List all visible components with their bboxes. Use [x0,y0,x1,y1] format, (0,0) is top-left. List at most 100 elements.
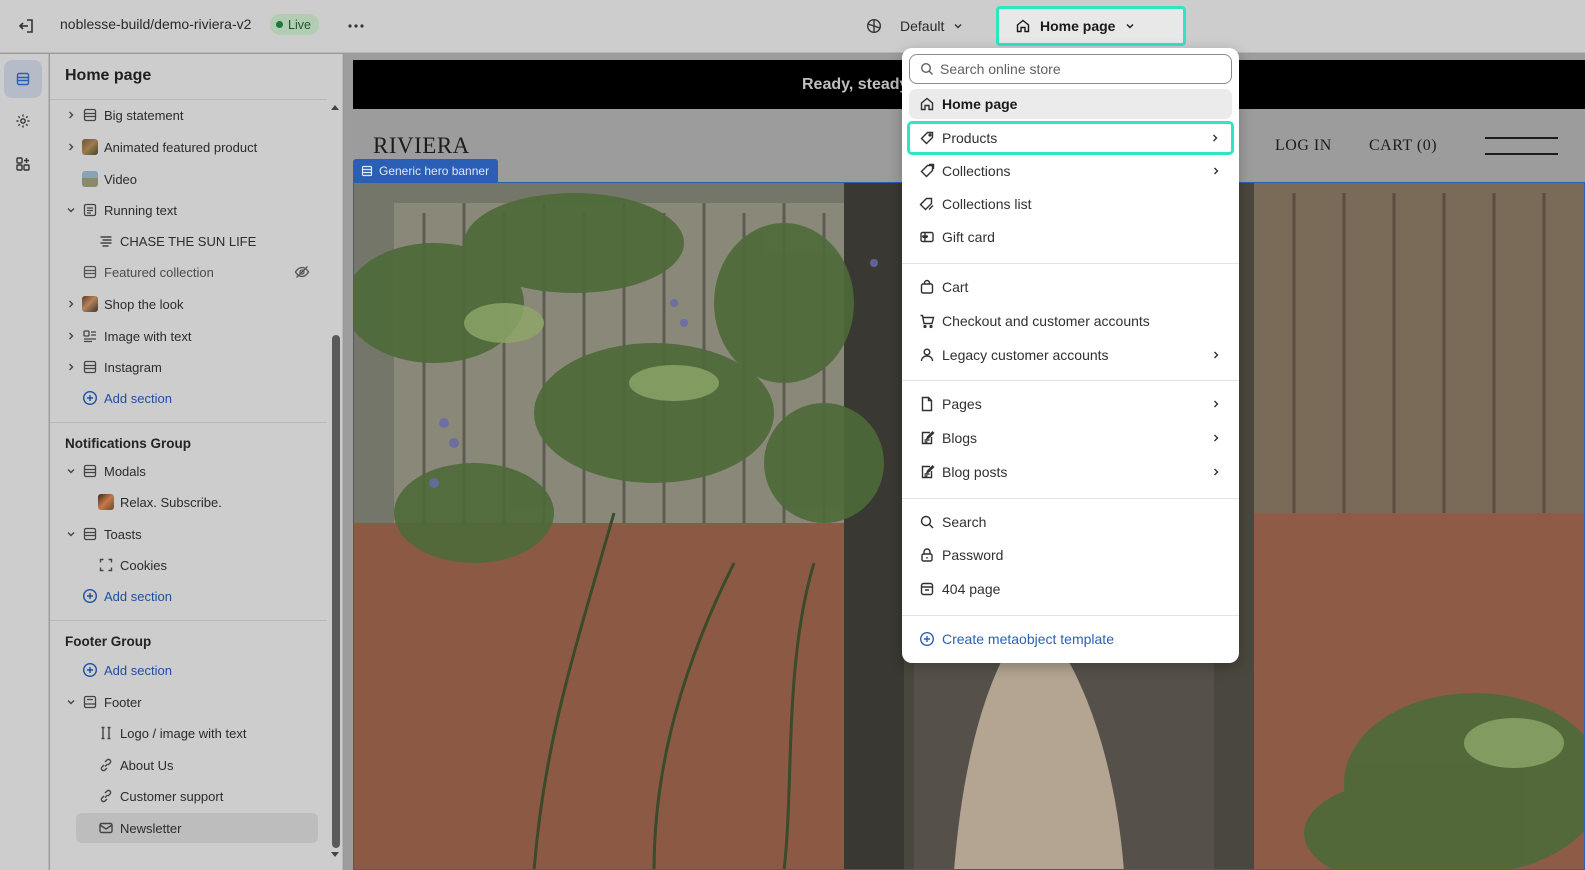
section-big-statement[interactable]: Big statement [50,100,327,130]
scroll-up-arrow-icon[interactable] [331,104,339,110]
chevron-down-icon[interactable] [65,204,77,216]
menu-item-gift-card[interactable]: Gift card [909,222,1232,252]
section-layout-icon [83,527,97,541]
menu-item-blogs[interactable]: Blogs [909,423,1232,453]
home-icon [1015,18,1031,34]
footer-layout-icon [83,695,97,709]
chevron-down-icon[interactable] [65,465,77,477]
chevron-right-icon [1214,468,1219,476]
tag-icon [920,131,934,145]
section-image-with-text[interactable]: Image with text [50,321,327,351]
menu-item-search[interactable]: Search [909,507,1232,537]
add-section-button[interactable]: Add section [50,581,327,611]
theme-selector[interactable]: Default [866,13,964,39]
chevron-right-icon [1214,351,1219,359]
add-section-button[interactable]: Add section [50,655,327,685]
section-label: Featured collection [104,265,214,280]
section-video[interactable]: Video [50,164,327,194]
login-link[interactable]: LOG IN [1275,137,1332,155]
menu-item-collections[interactable]: Collections [909,156,1232,186]
create-metaobject-template-button[interactable]: Create metaobject template [909,624,1232,654]
section-label: Animated featured product [104,140,258,155]
block-label: Newsletter [120,821,182,836]
hamburger-menu-icon[interactable] [1485,137,1558,155]
icon-rail [0,54,49,870]
notifications-group-title: Notifications Group [65,436,191,451]
divider [50,422,327,423]
divider [902,380,1239,381]
store-logo[interactable]: RIVIERA [373,133,470,159]
search-field[interactable] [909,54,1232,84]
section-layout-icon [83,108,97,122]
link-icon [100,789,112,803]
menu-item-label: Collections list [942,196,1032,212]
mail-icon [99,822,113,834]
menu-item-label: Gift card [942,229,995,245]
block-newsletter[interactable]: Newsletter [76,813,318,843]
block-about-us[interactable]: About Us [50,750,327,780]
menu-item-label: 404 page [942,581,1001,597]
chevron-right-icon [1213,134,1218,142]
block-logo-image-with-text[interactable]: Logo / image with text [50,718,327,748]
menu-item-label: Checkout and customer accounts [942,313,1150,329]
apps-icon[interactable] [4,145,42,183]
menu-item-legacy-customer-accounts[interactable]: Legacy customer accounts [909,340,1232,370]
menu-item-cart[interactable]: Cart [909,272,1232,302]
chevron-right-icon[interactable] [65,141,77,153]
theme-icon [866,18,882,34]
menu-item-checkout[interactable]: Checkout and customer accounts [909,306,1232,336]
chevron-right-icon[interactable] [65,361,77,373]
block-relax-subscribe[interactable]: Relax. Subscribe. [50,487,327,517]
chevron-down-icon[interactable] [65,528,77,540]
section-shop-the-look[interactable]: Shop the look [50,289,327,319]
more-actions-button[interactable] [344,14,368,38]
scroll-down-arrow-icon[interactable] [331,852,339,858]
section-animated-featured-product[interactable]: Animated featured product [50,132,327,162]
menu-item-pages[interactable]: Pages [909,389,1232,419]
collections-list-icon [919,197,934,211]
search-input[interactable] [940,59,1220,79]
eye-hidden-icon[interactable] [294,264,310,280]
block-chase-the-sun-life[interactable]: CHASE THE SUN LIFE [50,226,327,256]
menu-item-blog-posts[interactable]: Blog posts [909,457,1232,487]
sections-sidebar: Home page Big statement Animated feature… [50,54,343,870]
section-modals[interactable]: Modals [50,456,327,486]
block-customer-support[interactable]: Customer support [50,781,327,811]
block-cookies[interactable]: Cookies [50,550,327,580]
page-selector-button[interactable]: Home page [996,6,1186,46]
section-label: Big statement [104,108,184,123]
section-instagram[interactable]: Instagram [50,352,327,382]
menu-item-password[interactable]: Password [909,540,1232,570]
menu-item-label: Create metaobject template [942,631,1114,647]
menu-item-label: Cart [942,279,969,295]
section-running-text[interactable]: Running text [50,195,327,225]
menu-item-home-page[interactable]: Home page [909,89,1232,119]
plus-circle-icon [919,631,935,647]
divider [902,263,1239,264]
chevron-right-icon[interactable] [65,298,77,310]
footer-group-title: Footer Group [65,634,152,649]
chevron-down-icon [952,20,964,32]
settings-gear-icon[interactable] [4,102,42,140]
chevron-right-icon[interactable] [65,330,77,342]
cart-link[interactable]: CART (0) [1369,137,1437,155]
section-tag-label: Generic hero banner [379,164,490,178]
chevron-down-icon [1124,20,1136,32]
chevron-right-icon[interactable] [65,109,77,121]
section-tag[interactable]: Generic hero banner [353,159,499,183]
scrollbar-thumb[interactable] [332,335,340,848]
sections-icon[interactable] [4,60,42,98]
menu-item-products[interactable]: Products [907,121,1234,155]
plus-circle-icon [82,588,98,604]
section-label: Shop the look [104,297,184,312]
menu-item-404-page[interactable]: 404 page [909,574,1232,604]
section-featured-collection[interactable]: Featured collection [50,257,327,287]
section-layout-icon [83,360,97,374]
menu-item-collections-list[interactable]: Collections list [909,189,1232,219]
section-footer[interactable]: Footer [50,687,327,717]
chevron-down-icon[interactable] [65,696,77,708]
section-toasts[interactable]: Toasts [50,519,327,549]
exit-icon[interactable] [14,14,38,38]
add-section-button[interactable]: Add section [50,383,327,413]
add-section-label: Add section [104,391,172,406]
